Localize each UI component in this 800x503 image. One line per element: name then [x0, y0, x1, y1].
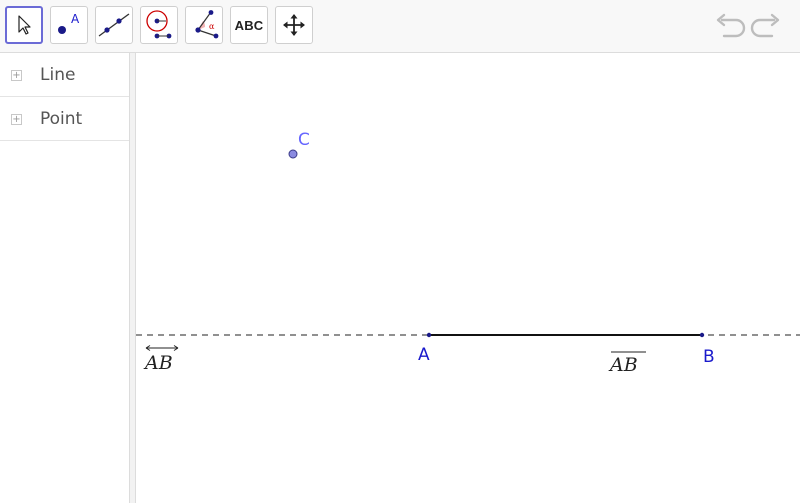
move-arrows-icon: [283, 14, 305, 36]
point-icon: A: [58, 12, 80, 34]
line-tool-button[interactable]: [95, 6, 133, 44]
toolbar: A α ABC: [0, 0, 800, 53]
segment-ab-label: AB: [608, 354, 638, 376]
expand-line-group-icon[interactable]: +: [11, 70, 22, 81]
graphics-view[interactable]: C A B AB AB: [136, 53, 800, 503]
move-graphics-tool-button[interactable]: [275, 6, 313, 44]
point-a-label: A: [418, 345, 430, 365]
point-b-label: B: [703, 347, 715, 367]
line-icon: [98, 13, 130, 37]
redo-icon: [750, 13, 780, 38]
segment-ab-label-group: AB: [608, 351, 646, 376]
line-ab-label-group: AB: [143, 345, 179, 374]
point-c-label: C: [298, 130, 310, 150]
point-tool-glyph: A: [71, 12, 80, 26]
algebra-group-point[interactable]: + Point: [0, 97, 129, 141]
angle-tool-button[interactable]: α: [185, 6, 223, 44]
redo-button[interactable]: [750, 12, 782, 44]
undo-icon: [716, 13, 746, 38]
text-tool-label: ABC: [234, 17, 264, 33]
expand-point-group-icon[interactable]: +: [11, 114, 22, 125]
point-c[interactable]: [288, 149, 298, 159]
algebra-group-line-label: Line: [40, 65, 76, 85]
line-ab-label: AB: [143, 352, 173, 374]
algebra-group-point-label: Point: [40, 109, 83, 129]
arrow-cursor-icon: [18, 15, 31, 35]
point-tool-button[interactable]: A: [50, 6, 88, 44]
angle-icon: α: [195, 10, 219, 39]
panel-resize-handle[interactable]: [129, 53, 136, 503]
move-tool-button[interactable]: [5, 6, 43, 44]
undo-button[interactable]: [714, 12, 746, 44]
circle-icon: [146, 10, 172, 39]
angle-tool-glyph: α: [209, 22, 215, 31]
text-tool-button[interactable]: ABC: [230, 6, 268, 44]
algebra-panel: + Line + Point: [0, 53, 129, 503]
point-b[interactable]: [699, 332, 705, 338]
algebra-group-line[interactable]: + Line: [0, 53, 129, 97]
point-a[interactable]: [426, 332, 432, 338]
circle-tool-button[interactable]: [140, 6, 178, 44]
